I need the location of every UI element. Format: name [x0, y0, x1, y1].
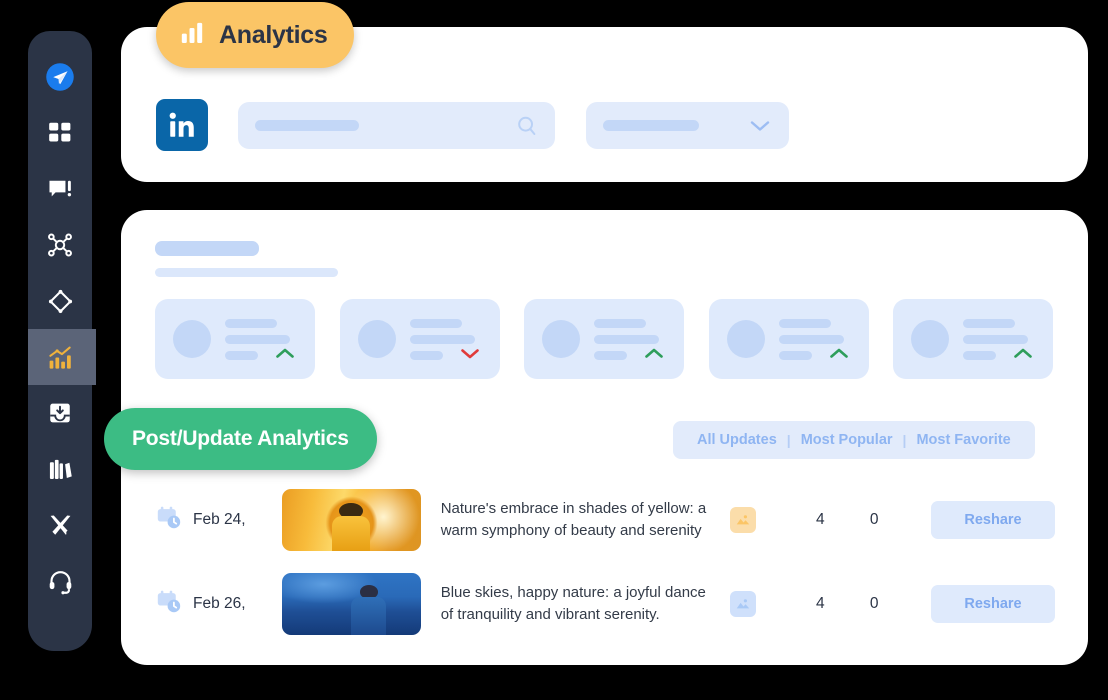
stat-card-avatar: [726, 320, 765, 358]
post-text: Nature's embrace in shades of yellow: a …: [440, 500, 707, 539]
grid-dashboard-icon: [47, 120, 73, 146]
stat-cards-row: [155, 299, 1053, 379]
reshare-button[interactable]: Reshare: [931, 501, 1055, 539]
table-row: Feb 26, Blue skies, happy nature: a joyf…: [155, 562, 1055, 646]
stat-card[interactable]: [708, 299, 869, 379]
trend-up-icon: [829, 347, 849, 365]
stat-card[interactable]: [155, 299, 315, 379]
reshare-button[interactable]: Reshare: [931, 585, 1055, 623]
post-update-analytics-label: Post/Update Analytics: [132, 427, 349, 450]
stat-card-avatar: [542, 320, 580, 358]
post-thumbnail-cell: [281, 573, 441, 635]
profile-select[interactable]: [586, 102, 789, 149]
tools-wrench-icon: [47, 512, 74, 539]
post-metric-1: 4: [815, 595, 825, 612]
stat-card-avatar: [173, 320, 211, 358]
stat-card[interactable]: [339, 299, 500, 379]
sidebar-item-tools[interactable]: [28, 497, 92, 553]
sidebar-item-engage[interactable]: [28, 273, 92, 329]
chevron-down-icon[interactable]: [749, 118, 771, 139]
headset-support-icon: [47, 568, 74, 595]
post-metric-1: 4: [815, 511, 825, 528]
image-icon: [729, 591, 756, 617]
filter-tabs: All Updates | Most Popular | Most Favori…: [673, 421, 1035, 459]
posts-table: Feb 24, Nature's embrace in shades of ye…: [155, 478, 1055, 646]
search-icon[interactable]: [515, 114, 539, 143]
tab-all-updates[interactable]: All Updates: [687, 432, 787, 448]
sidebar-item-support[interactable]: [28, 553, 92, 609]
trend-up-icon: [644, 347, 664, 365]
stat-card[interactable]: [893, 299, 1053, 379]
panel-title-skeleton: [155, 241, 259, 256]
calendar-clock-icon: [155, 504, 183, 537]
select-value-placeholder: [603, 120, 699, 131]
post-type-cell: [729, 591, 793, 617]
calendar-clock-icon: [155, 588, 183, 621]
search-input[interactable]: [238, 102, 555, 149]
sidebar-item-dashboard[interactable]: [28, 105, 92, 161]
app-root: Analytics All Updates | Most Popular | M…: [0, 0, 1108, 700]
network-nodes-icon: [46, 231, 74, 259]
paper-plane-icon: [45, 62, 75, 92]
sidebar-item-send[interactable]: [28, 49, 92, 105]
search-value-placeholder: [255, 120, 359, 131]
linkedin-icon[interactable]: [156, 99, 208, 151]
sidebar: [28, 31, 96, 651]
post-metric-2: 0: [869, 595, 879, 612]
stat-card-avatar: [357, 320, 396, 358]
post-thumbnail-cell: [281, 489, 441, 551]
post-date: Feb 26,: [193, 595, 246, 612]
post-date: Feb 24,: [193, 511, 246, 528]
library-books-icon: [47, 456, 74, 483]
sidebar-item-library[interactable]: [28, 441, 92, 497]
trend-down-icon: [460, 347, 480, 365]
sidebar-item-messages[interactable]: [28, 161, 92, 217]
post-action-cell: Reshare: [901, 501, 1055, 539]
post-metric-2: 0: [869, 511, 879, 528]
analytics-badge[interactable]: Analytics: [156, 2, 355, 68]
chat-alert-icon: [47, 176, 74, 203]
tab-most-popular[interactable]: Most Popular: [791, 432, 903, 448]
sidebar-item-analytics[interactable]: [28, 329, 96, 385]
sidebar-item-inbox[interactable]: [28, 385, 92, 441]
post-date-cell: Feb 24,: [155, 504, 282, 537]
post-update-analytics-badge[interactable]: Post/Update Analytics: [104, 408, 377, 470]
post-text: Blue skies, happy nature: a joyful dance…: [440, 584, 706, 623]
stat-card[interactable]: [524, 299, 684, 379]
post-date-cell: Feb 26,: [155, 588, 282, 621]
post-type-cell: [729, 507, 793, 533]
post-thumbnail[interactable]: [281, 489, 421, 551]
tab-most-favorite[interactable]: Most Favorite: [906, 432, 1020, 448]
inbox-download-icon: [47, 400, 73, 426]
bar-chart-icon: [178, 20, 206, 51]
diamond-target-icon: [47, 288, 74, 315]
analytics-badge-label: Analytics: [219, 20, 328, 49]
trend-up-icon: [1013, 347, 1033, 365]
bar-chart-trend-icon: [46, 343, 75, 372]
sidebar-item-network[interactable]: [28, 217, 92, 273]
trend-up-icon: [275, 347, 295, 365]
stat-card-avatar: [911, 320, 949, 358]
table-row: Feb 24, Nature's embrace in shades of ye…: [155, 478, 1055, 562]
image-icon: [729, 507, 756, 533]
post-action-cell: Reshare: [901, 585, 1055, 623]
panel-subtitle-skeleton: [155, 268, 338, 277]
post-thumbnail[interactable]: [281, 573, 421, 635]
